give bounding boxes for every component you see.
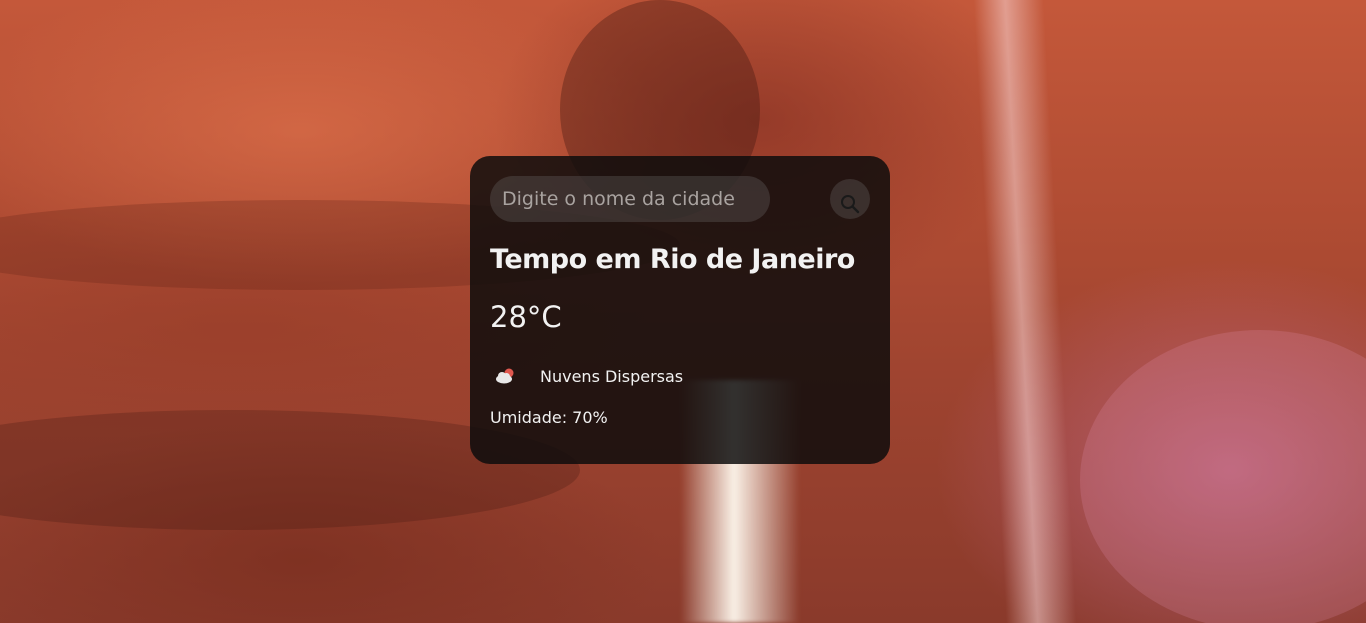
temperature: 28°C xyxy=(490,300,562,334)
scattered-clouds-icon xyxy=(490,361,520,391)
search-bar xyxy=(490,176,870,222)
weather-card: Tempo em Rio de Janeiro 28°C Nuvens Disp… xyxy=(470,156,890,464)
search-icon xyxy=(841,194,860,213)
weather-description: Nuvens Dispersas xyxy=(540,366,684,386)
humidity: Umidade: 70% xyxy=(490,408,608,427)
weather-description-row: Nuvens Dispersas xyxy=(490,360,870,392)
search-button[interactable] xyxy=(830,179,870,219)
city-search-input[interactable] xyxy=(490,176,770,222)
canyon-ridge xyxy=(1080,330,1366,623)
light-beam xyxy=(973,0,1077,623)
city-title: Tempo em Rio de Janeiro xyxy=(490,244,855,275)
